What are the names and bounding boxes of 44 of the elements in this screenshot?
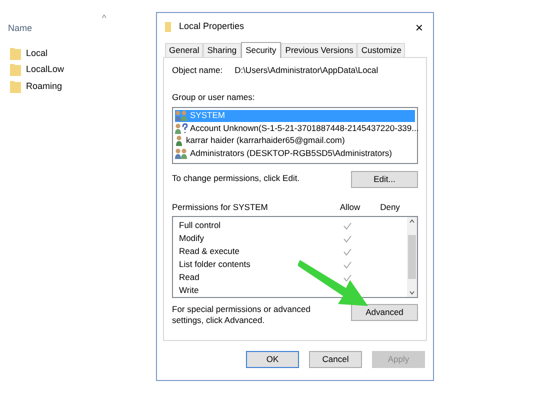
- dialog-button[interactable]: Cancel: [309, 351, 362, 368]
- sort-glyph: ^: [102, 14, 106, 23]
- window-title: Local Properties: [179, 20, 244, 34]
- scrollbar[interactable]: [407, 217, 417, 298]
- tab[interactable]: General: [165, 43, 204, 57]
- folder-name[interactable]: Local: [26, 46, 48, 60]
- scroll-down-icon[interactable]: [409, 291, 415, 296]
- unknown-user-icon: [175, 122, 188, 134]
- folder-icon: [10, 46, 21, 60]
- scroll-up-icon[interactable]: [409, 219, 415, 224]
- user-list-item[interactable]: Administrators (DESKTOP-RGB5SD5\Administrators): [175, 147, 415, 160]
- permission-name: Full control: [179, 219, 222, 232]
- permission-name: Read & execute: [179, 245, 240, 258]
- folder-icon: [165, 22, 171, 32]
- folder-icon: [10, 80, 21, 93]
- tab[interactable]: Security: [240, 42, 282, 58]
- field-label: Permissions for SYSTEM: [172, 200, 269, 214]
- permission-name: Modify: [179, 232, 206, 246]
- column-header: Allow: [338, 200, 362, 214]
- close-button[interactable]: ×: [413, 20, 425, 34]
- user-list-item[interactable]: karrar haider (karrarhaider65@gmail.com): [175, 134, 415, 147]
- advanced-button[interactable]: Advanced: [351, 304, 418, 322]
- edit-button[interactable]: Edit...: [351, 170, 418, 188]
- permission-name: List folder contents: [179, 258, 252, 272]
- permission-name: Write: [179, 284, 200, 298]
- column-header[interactable]: Name: [8, 22, 32, 36]
- field-label: Group or user names:: [172, 90, 256, 104]
- folder-icon: [10, 63, 21, 76]
- folder-name[interactable]: LocalLow: [26, 63, 64, 76]
- hint-text: For special permissions or advanced settings, click Advanced.: [172, 304, 312, 326]
- tab[interactable]: Previous Versions: [281, 43, 358, 57]
- permission-name: Read: [179, 271, 200, 284]
- hint-text: To change permissions, click Edit.: [172, 172, 300, 185]
- users-icon: [175, 148, 188, 159]
- scrollbar-thumb[interactable]: [408, 235, 416, 280]
- users-icon: [175, 110, 188, 122]
- object-path: D:\Users\Administrator\AppData\Local: [234, 64, 378, 77]
- folder-name[interactable]: Roaming: [26, 80, 62, 93]
- field-label: Object name:: [172, 64, 223, 77]
- dialog-button[interactable]: OK: [246, 351, 299, 368]
- tab[interactable]: Customize: [357, 43, 406, 57]
- column-header: Deny: [379, 200, 401, 214]
- user-icon: [175, 135, 184, 146]
- tab[interactable]: Sharing: [203, 43, 241, 57]
